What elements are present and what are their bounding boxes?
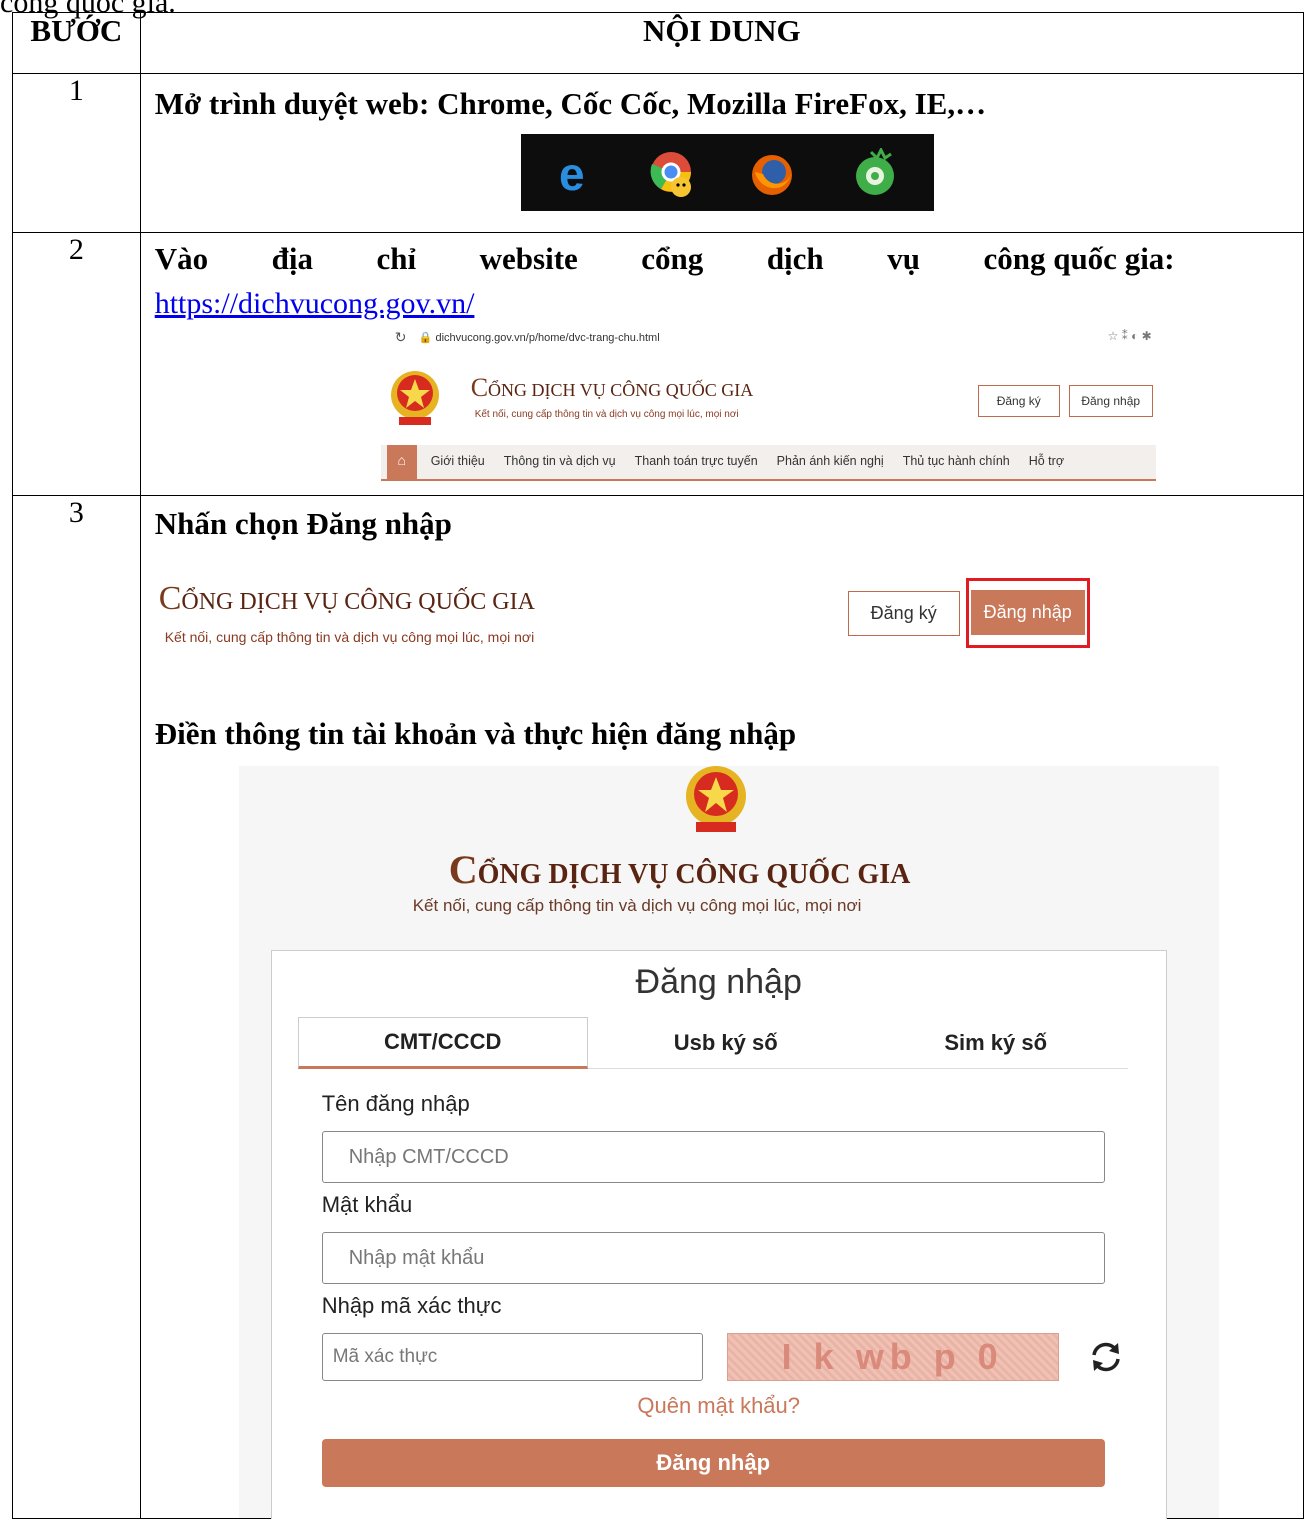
instruction-table: BƯỚC NỘI DUNG 1 Mở trình duyệt web: Chro… <box>12 12 1304 1519</box>
svg-text:e: e <box>559 150 585 196</box>
word: địa <box>271 241 313 276</box>
submit-login-button[interactable]: Đăng nhập <box>321 1439 1105 1487</box>
dichvucong-link[interactable]: https://dichvucong.gov.vn/ <box>155 287 475 321</box>
login-button[interactable]: Đăng nhập <box>1068 385 1153 417</box>
captcha-label: Nhập mã xác thực <box>321 1293 502 1318</box>
browser-ext-icons: ☆ ⁑ ◐ ✱ <box>1107 329 1152 343</box>
reload-icon: ↻ <box>394 329 407 345</box>
home-icon[interactable]: ⌂ <box>386 445 417 479</box>
nav-item[interactable]: Giới thiệu <box>431 454 485 468</box>
register-button[interactable]: Đăng ký <box>847 591 960 636</box>
word: công quốc gia: <box>983 241 1175 276</box>
site-subtitle: Kết nối, cung cấp thông tin và dịch vụ c… <box>474 409 739 420</box>
step-2-text: Vào địa chỉ website cổng dịch vụ công qu… <box>155 241 1175 277</box>
refresh-icon[interactable] <box>1088 1339 1124 1375</box>
word: vụ <box>887 241 920 276</box>
captcha-image: I k wb p 0 <box>726 1333 1059 1381</box>
col-step-header: BƯỚC <box>12 12 141 74</box>
word: website <box>479 241 578 276</box>
word: chỉ <box>376 241 417 276</box>
login-button-highlighted[interactable]: Đăng nhập <box>970 590 1085 635</box>
browser-icons-strip: e <box>520 134 934 211</box>
word: dịch <box>766 241 824 276</box>
site-subtitle: Kết nối, cung cấp thông tin và dịch vụ c… <box>412 896 862 915</box>
step-1-text: Mở trình duyệt web: Chrome, Cốc Cốc, Moz… <box>154 86 987 121</box>
captcha-input[interactable]: Mã xác thực <box>321 1333 703 1381</box>
tab-cmt-cccd[interactable]: CMT/CCCD <box>297 1017 588 1069</box>
step-2-number: 2 <box>12 232 141 496</box>
address-text: dichvucong.gov.vn/p/home/dvc-trang-chu.h… <box>435 332 660 344</box>
login-card: Đăng nhập CMT/CCCD Usb ký số Sim ký số T… <box>270 950 1167 1519</box>
login-form-screenshot: CỔNG DỊCH VỤ CÔNG QUỐC GIA Kết nối, cung… <box>238 766 1219 1519</box>
national-emblem-icon <box>685 766 746 832</box>
national-emblem-icon <box>390 371 439 425</box>
step-1-number: 1 <box>12 73 141 233</box>
forgot-password-link[interactable]: Quên mật khẩu? <box>272 1393 1166 1419</box>
tab-usb-ky-so[interactable]: Usb ký số <box>588 1017 864 1069</box>
step-3-heading-2: Điền thông tin tài khoản và thực hiện đă… <box>154 716 797 751</box>
nav-item[interactable]: Thủ tục hành chính <box>903 454 1010 468</box>
username-label: Tên đăng nhập <box>321 1091 470 1116</box>
coccoc-icon <box>855 148 894 195</box>
nav-item[interactable]: Thông tin và dịch vụ <box>504 454 616 468</box>
word: Vào <box>154 241 209 276</box>
word: cổng <box>641 241 704 276</box>
username-input[interactable]: Nhập CMT/CCCD <box>321 1131 1105 1183</box>
password-label: Mật khẩu <box>321 1192 413 1217</box>
register-button[interactable]: Đăng ký <box>977 385 1060 417</box>
address-bar: 🔒 dichvucong.gov.vn/p/home/dvc-trang-chu… <box>418 332 660 344</box>
nav-item[interactable]: Phản ánh kiến nghị <box>777 454 884 468</box>
password-input[interactable]: Nhập mật khẩu <box>321 1232 1105 1284</box>
nav-item[interactable]: Hỗ trợ <box>1029 454 1064 468</box>
tab-divider <box>587 1068 1128 1069</box>
login-title: Đăng nhập <box>635 963 802 1001</box>
chrome-icon <box>650 152 691 197</box>
step-3-number: 3 <box>12 495 141 1519</box>
step-3-heading-1: Nhấn chọn Đăng nhập <box>154 506 452 541</box>
site-title: CỔNG DỊCH VỤ CÔNG QUỐC GIA <box>158 580 535 617</box>
nav-bar: ⌂ Giới thiệu Thông tin và dịch vụ Thanh … <box>380 445 1156 481</box>
ie-icon: e <box>559 150 585 196</box>
site-subtitle: Kết nối, cung cấp thông tin và dịch vụ c… <box>164 629 535 645</box>
nav-item[interactable]: Thanh toán trực tuyến <box>635 454 758 468</box>
site-title: CỔNG DỊCH VỤ CÔNG QUỐC GIA <box>470 373 754 402</box>
col-content-header: NỘI DUNG <box>139 12 1304 74</box>
nav-menu: Giới thiệu Thông tin và dịch vụ Thanh to… <box>431 454 1064 468</box>
tab-sim-ky-so[interactable]: Sim ký số <box>864 1017 1128 1069</box>
site-title: CỔNG DỊCH VỤ CÔNG QUỐC GIA <box>448 847 911 892</box>
firefox-icon <box>751 155 792 195</box>
website-screenshot: ↻ 🔒 dichvucong.gov.vn/p/home/dvc-trang-c… <box>380 329 1156 481</box>
